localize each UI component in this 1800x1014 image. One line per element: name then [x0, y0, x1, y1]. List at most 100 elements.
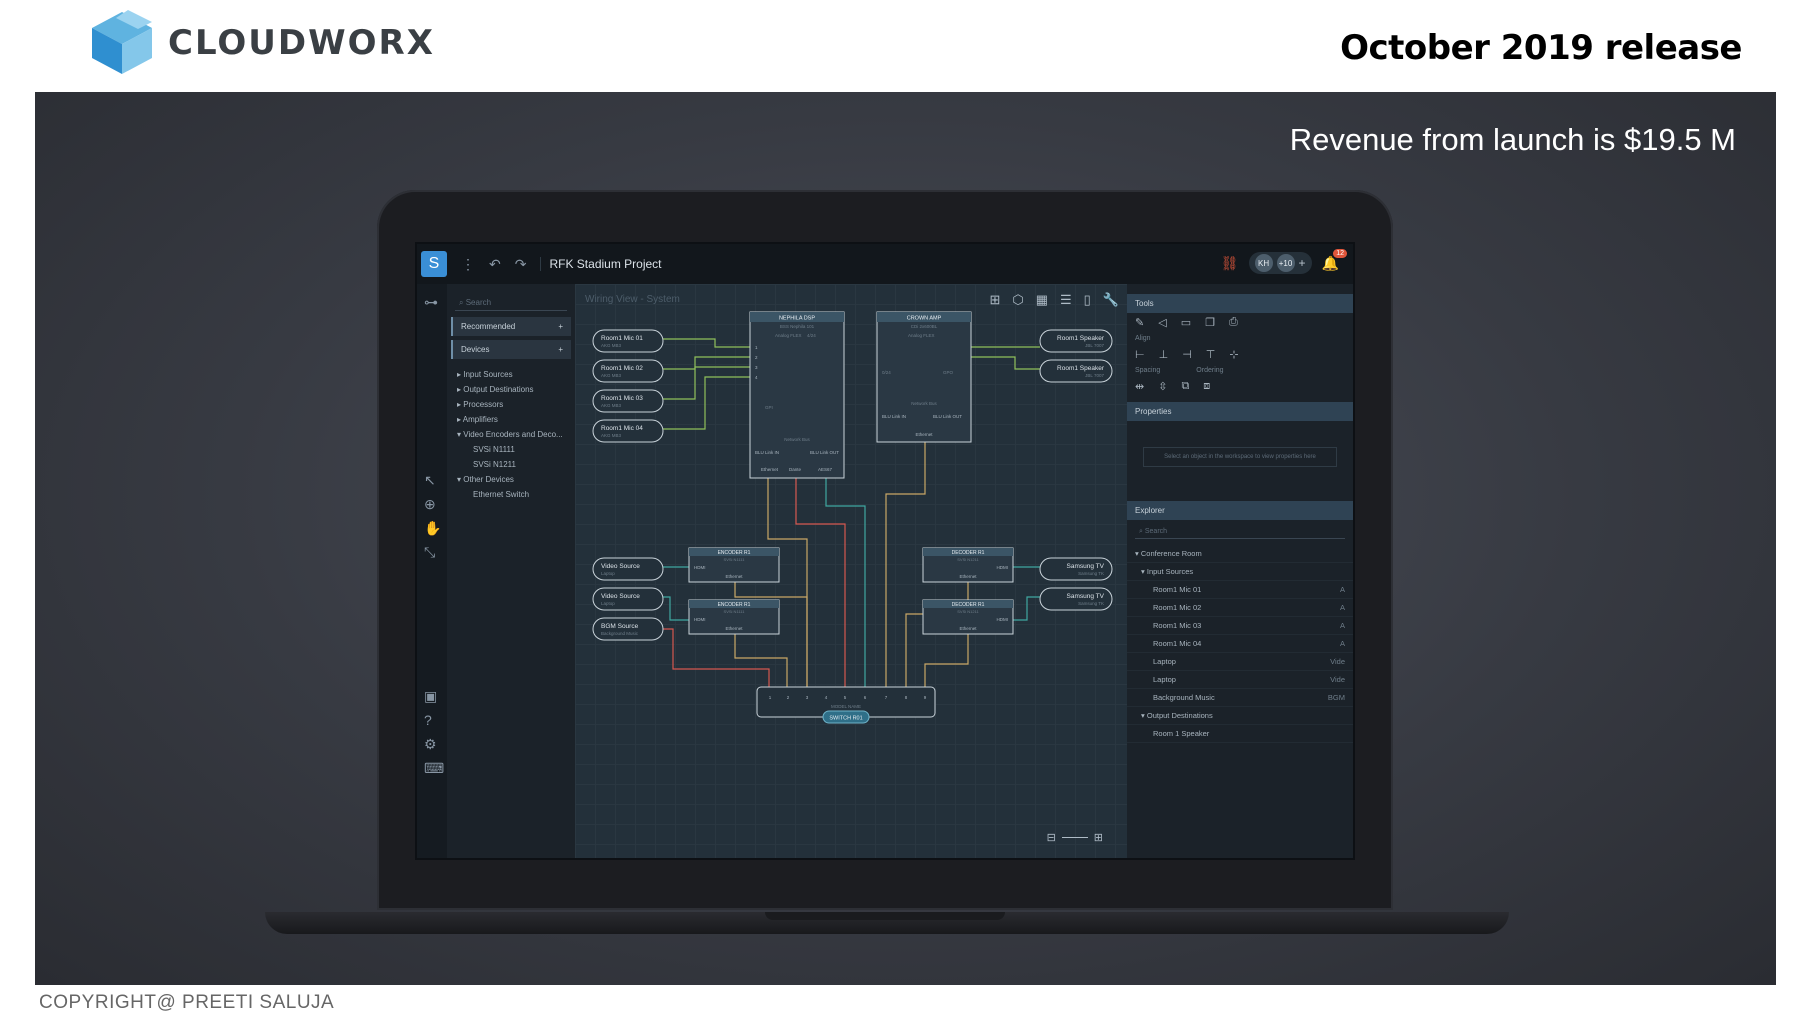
switch-node[interactable]: 1 2 3 4 5 6 7 8 9 MODEL NAME SWITCH R01: [756, 686, 936, 724]
tree-item-conference-room[interactable]: ▾ Conference Room: [1127, 545, 1353, 563]
app-topbar: S ⋮ ↶ ↷ RFK Stadium Project ⛓ KH +10 + 🔔…: [417, 244, 1353, 284]
svg-text:HDMI: HDMI: [997, 565, 1009, 570]
svg-text:Room1 Mic 02: Room1 Mic 02: [601, 365, 643, 372]
svg-text:Ethernet: Ethernet: [915, 432, 933, 437]
tree-item[interactable]: ▸ Output Destinations: [457, 382, 575, 397]
collapse-icon[interactable]: ⤡: [424, 544, 435, 561]
app-logo-button[interactable]: S: [421, 251, 447, 277]
svg-text:Ethernet: Ethernet: [761, 467, 779, 472]
tools-header: Tools: [1127, 294, 1353, 313]
source-node[interactable]: BGM SourceBackground Music: [592, 617, 664, 641]
tree-item[interactable]: Room1 Mic 04 A: [1127, 635, 1353, 653]
svg-text:CDi 2x600BL: CDi 2x600BL: [911, 324, 938, 329]
svg-text:Analog FLEX: Analog FLEX: [775, 333, 802, 338]
space-horizontal-icon[interactable]: ⇹: [1135, 380, 1144, 393]
source-node[interactable]: Video SourceLaptop: [592, 587, 664, 611]
svg-text:DECODER R1: DECODER R1: [952, 602, 985, 608]
copy-icon[interactable]: ❐: [1205, 316, 1215, 329]
gear-icon[interactable]: ⚙: [424, 736, 437, 753]
zoom-icon[interactable]: ⊕: [424, 496, 436, 513]
align-middle-icon[interactable]: ⊹: [1229, 348, 1238, 361]
recommended-section[interactable]: Recommended +: [451, 317, 571, 336]
align-top-icon[interactable]: ⊤: [1206, 348, 1216, 361]
decoder-node[interactable]: DECODER R1SVSi N1211 HDMI Ethernet: [922, 547, 1014, 583]
encoder-node[interactable]: ENCODER R1SVSi N1111 HDMI Ethernet: [688, 547, 780, 583]
tree-item[interactable]: Background Music BGM: [1127, 689, 1353, 707]
explorer-header[interactable]: Explorer: [1127, 501, 1353, 520]
tree-item[interactable]: ▸ Processors: [457, 397, 575, 412]
align-right-icon[interactable]: ⊣: [1182, 348, 1192, 361]
align-left-icon[interactable]: ⊢: [1135, 348, 1145, 361]
zoom-out-icon[interactable]: ⊟: [1047, 831, 1056, 844]
mic-node[interactable]: Room1 Mic 04AKG MB3: [592, 419, 664, 443]
more-vertical-icon[interactable]: ⋮: [461, 256, 475, 273]
tree-item[interactable]: Room1 Mic 01 A: [1127, 581, 1353, 599]
speaker-icon[interactable]: ◁: [1158, 316, 1166, 329]
tree-item[interactable]: ▾ Video Encoders and Deco...: [457, 427, 575, 442]
collaborators[interactable]: KH +10 +: [1248, 252, 1312, 274]
tree-item[interactable]: ▸ Input Sources: [457, 367, 575, 382]
add-icon[interactable]: +: [558, 345, 563, 354]
avatar-more: +10: [1276, 254, 1295, 272]
decoder-node[interactable]: DECODER R1SVSi N1211 HDMI Ethernet: [922, 599, 1014, 635]
box-icon[interactable]: ▭: [1181, 316, 1191, 329]
space-vertical-icon[interactable]: ⇳: [1158, 380, 1167, 393]
align-center-icon[interactable]: ⊥: [1159, 348, 1169, 361]
bring-front-icon[interactable]: ⧉: [1181, 380, 1189, 393]
wiring-canvas[interactable]: Wiring View - System ⊞ ⬡ ▦ ☰ ▯ 🔧 Room1 M…: [575, 284, 1127, 858]
dsp-node[interactable]: NEPHILA DSP BSS Nephila 101 Analog FLEX …: [749, 311, 845, 479]
zoom-in-icon[interactable]: ⊞: [1094, 831, 1103, 844]
tree-item[interactable]: Room 1 Speaker: [1127, 725, 1353, 743]
speaker-node[interactable]: Room1 SpeakerJBL 7007: [1039, 329, 1113, 353]
bell-icon[interactable]: 🔔 12: [1322, 248, 1347, 272]
svg-text:AKG MB3: AKG MB3: [601, 403, 622, 408]
amp-node[interactable]: CROWN AMP CDi 2x600BL Analog FLEX 0/24 G…: [876, 311, 972, 443]
svg-text:Room1 Mic 01: Room1 Mic 01: [601, 335, 643, 342]
add-user-icon[interactable]: +: [1299, 256, 1306, 270]
notification-badge: 12: [1333, 248, 1347, 258]
pointer-icon[interactable]: ↖: [424, 472, 436, 489]
tree-item[interactable]: Laptop Vide: [1127, 671, 1353, 689]
tree-item[interactable]: ▸ Amplifiers: [457, 412, 575, 427]
fit-screen-icon[interactable]: ▣: [424, 688, 437, 705]
tree-item[interactable]: ▾ Other Devices: [457, 472, 575, 487]
tree-subitem[interactable]: SVSi N1211: [457, 457, 575, 472]
svg-text:BLU Link OUT: BLU Link OUT: [810, 450, 839, 455]
source-node[interactable]: Video SourceLaptop: [592, 557, 664, 581]
svg-text:HDMI: HDMI: [694, 565, 706, 570]
send-back-icon[interactable]: ⧈: [1203, 380, 1210, 393]
print-icon[interactable]: ⎙: [1229, 316, 1238, 329]
avatar: KH: [1254, 254, 1273, 272]
mic-node[interactable]: Room1 Mic 01AKG MB3: [592, 329, 664, 353]
redo-icon[interactable]: ↷: [515, 256, 527, 273]
tree-item[interactable]: Room1 Mic 02 A: [1127, 599, 1353, 617]
devices-search-input[interactable]: ⌕ Search: [455, 296, 567, 311]
svg-text:SVSi N1211: SVSi N1211: [957, 557, 979, 562]
unlink-icon[interactable]: ⛓: [1221, 255, 1239, 272]
tree-item[interactable]: Laptop Vide: [1127, 653, 1353, 671]
devices-section[interactable]: Devices +: [451, 340, 571, 359]
hand-icon[interactable]: ✋: [424, 520, 441, 537]
tree-item-input-sources[interactable]: ▾ Input Sources: [1127, 563, 1353, 581]
undo-icon[interactable]: ↶: [489, 256, 501, 273]
tv-node[interactable]: Samsung TVSamsung TK: [1039, 587, 1113, 611]
hierarchy-icon[interactable]: ⊶: [424, 294, 438, 311]
mic-node[interactable]: Room1 Mic 02AKG MB3: [592, 359, 664, 383]
encoder-node[interactable]: ENCODER R1SVSi N1111 HDMI Ethernet: [688, 599, 780, 635]
tree-subitem[interactable]: SVSi N1111: [457, 442, 575, 457]
speaker-node[interactable]: Room1 SpeakerJBL 7007: [1039, 359, 1113, 383]
tv-node[interactable]: Samsung TVSamsung TK: [1039, 557, 1113, 581]
mic-node[interactable]: Room1 Mic 03AKG MB3: [592, 389, 664, 413]
pen-icon[interactable]: ✎: [1135, 316, 1144, 329]
tree-subitem[interactable]: Ethernet Switch: [457, 487, 575, 502]
explorer-search-input[interactable]: ⌕ Search: [1135, 526, 1345, 539]
svg-text:ENCODER R1: ENCODER R1: [718, 550, 751, 556]
tree-item-output-destinations[interactable]: ▾ Output Destinations: [1127, 707, 1353, 725]
help-icon[interactable]: ?: [424, 712, 432, 728]
brand-name: CLOUDWORX: [168, 23, 435, 63]
tree-item[interactable]: Room1 Mic 03 A: [1127, 617, 1353, 635]
add-icon[interactable]: +: [558, 322, 563, 331]
keyboard-icon[interactable]: ⌨: [424, 760, 444, 777]
zoom-slider[interactable]: [1061, 837, 1088, 838]
svg-text:BLU Link IN: BLU Link IN: [882, 414, 906, 419]
